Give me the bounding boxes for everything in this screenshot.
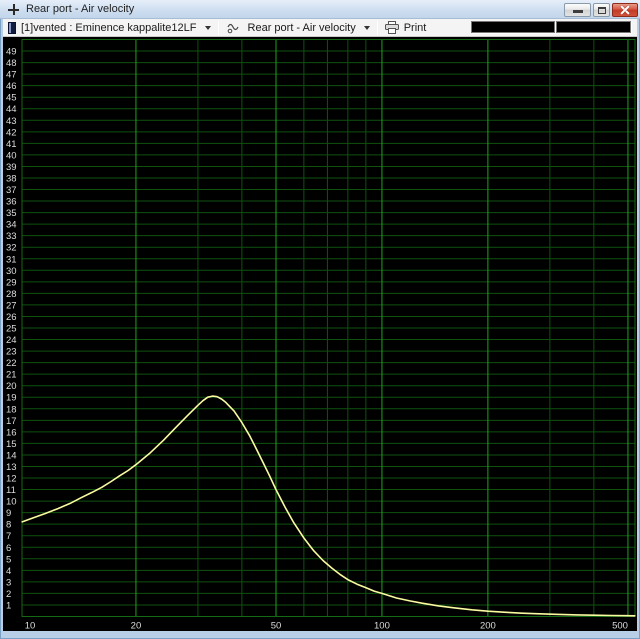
chevron-down-icon [205, 26, 211, 30]
svg-text:38: 38 [6, 173, 17, 184]
close-button[interactable] [612, 3, 638, 17]
restore-icon [598, 7, 606, 14]
svg-text:49: 49 [6, 47, 17, 58]
svg-text:33: 33 [6, 231, 17, 242]
svg-text:23: 23 [6, 347, 17, 358]
chevron-down-icon [364, 26, 370, 30]
svg-text:8: 8 [6, 520, 11, 531]
svg-text:22: 22 [6, 358, 17, 369]
svg-text:40: 40 [6, 150, 17, 161]
svg-text:3: 3 [6, 577, 11, 588]
chart-area[interactable]: 1234567891011121314151617181920212223242… [3, 37, 637, 631]
svg-text:15: 15 [6, 439, 17, 450]
svg-text:10: 10 [25, 621, 36, 632]
svg-text:9: 9 [6, 508, 11, 519]
cursor-readout-value [556, 21, 631, 33]
toolbar: [1]vented : Eminence kappalite12LF Rear … [3, 19, 637, 37]
svg-text:35: 35 [6, 208, 17, 219]
print-button[interactable]: Print [380, 20, 432, 36]
minimize-icon [573, 10, 583, 13]
svg-text:20: 20 [6, 381, 17, 392]
restore-button[interactable] [593, 3, 610, 17]
svg-text:37: 37 [6, 185, 17, 196]
svg-text:48: 48 [6, 58, 17, 69]
x-axis-labels: 10 20 50 100 200 500 [25, 621, 628, 632]
svg-text:25: 25 [6, 324, 17, 335]
svg-text:32: 32 [6, 243, 17, 254]
svg-text:10: 10 [6, 497, 17, 508]
svg-text:28: 28 [6, 289, 17, 300]
toolbar-separator [377, 21, 378, 35]
svg-text:6: 6 [6, 543, 11, 554]
svg-text:19: 19 [6, 393, 17, 404]
svg-text:5: 5 [6, 554, 11, 565]
cursor-readout-frequency [471, 21, 555, 33]
svg-text:100: 100 [374, 621, 390, 632]
svg-text:2: 2 [6, 589, 11, 600]
app-window: Rear port - Air velocity [1]vented : Emi… [0, 0, 640, 639]
svg-text:4: 4 [6, 566, 11, 577]
move-cross-icon [8, 4, 19, 15]
svg-text:12: 12 [6, 474, 17, 485]
graph-selector-label: Rear port - Air velocity [248, 22, 356, 34]
curve-icon [226, 22, 243, 34]
svg-text:24: 24 [6, 335, 17, 346]
air-velocity-curve [22, 396, 635, 616]
minimize-button[interactable] [564, 3, 591, 17]
svg-text:500: 500 [612, 621, 628, 632]
window-content: [1]vented : Eminence kappalite12LF Rear … [3, 19, 637, 631]
svg-text:18: 18 [6, 404, 17, 415]
project-box-icon [8, 22, 16, 34]
svg-text:39: 39 [6, 162, 17, 173]
y-axis-labels: 1234567891011121314151617181920212223242… [6, 47, 17, 612]
printer-icon [385, 21, 399, 34]
svg-text:1: 1 [6, 600, 11, 611]
svg-text:46: 46 [6, 81, 17, 92]
svg-text:27: 27 [6, 300, 17, 311]
svg-text:29: 29 [6, 277, 17, 288]
svg-text:34: 34 [6, 220, 17, 231]
grid [22, 40, 635, 617]
svg-text:7: 7 [6, 531, 11, 542]
svg-text:50: 50 [271, 621, 282, 632]
svg-text:45: 45 [6, 93, 17, 104]
air-velocity-plot[interactable]: 1234567891011121314151617181920212223242… [3, 37, 637, 631]
svg-text:17: 17 [6, 416, 17, 427]
svg-text:47: 47 [6, 70, 17, 81]
svg-text:11: 11 [6, 485, 16, 496]
print-label: Print [404, 22, 427, 34]
svg-text:43: 43 [6, 116, 17, 127]
svg-text:200: 200 [480, 621, 496, 632]
svg-text:14: 14 [6, 450, 17, 461]
svg-text:31: 31 [6, 254, 17, 265]
svg-text:20: 20 [131, 621, 142, 632]
graph-selector-dropdown[interactable]: Rear port - Air velocity [221, 20, 375, 36]
svg-text:30: 30 [6, 266, 17, 277]
window-title: Rear port - Air velocity [26, 3, 134, 15]
svg-text:13: 13 [6, 462, 17, 473]
svg-text:26: 26 [6, 312, 17, 323]
svg-text:41: 41 [6, 139, 17, 150]
project-selector-dropdown[interactable]: [1]vented : Eminence kappalite12LF [3, 20, 216, 36]
svg-text:44: 44 [6, 104, 17, 115]
toolbar-separator [218, 21, 219, 35]
titlebar[interactable]: Rear port - Air velocity [0, 0, 640, 19]
svg-text:36: 36 [6, 197, 17, 208]
svg-text:16: 16 [6, 427, 17, 438]
svg-text:21: 21 [6, 370, 17, 381]
project-selector-label: [1]vented : Eminence kappalite12LF [21, 22, 197, 34]
svg-text:42: 42 [6, 127, 17, 138]
